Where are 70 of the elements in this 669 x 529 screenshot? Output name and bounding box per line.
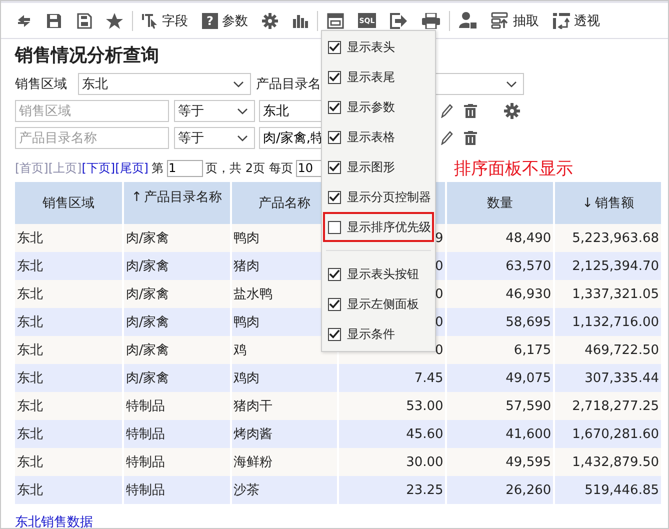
pager-link[interactable]: [下页] bbox=[82, 160, 116, 176]
export-icon bbox=[390, 12, 408, 28]
header-label: 产品目录名称 bbox=[144, 190, 222, 205]
extract-icon bbox=[491, 12, 509, 29]
pager-text: 页，共 2页 每页 bbox=[204, 160, 294, 176]
bar-chart-icon bbox=[292, 12, 308, 28]
pivot-icon bbox=[553, 12, 570, 28]
pager-text: 第 bbox=[150, 160, 164, 176]
settings-icon[interactable] bbox=[504, 103, 520, 119]
checkbox[interactable] bbox=[328, 70, 341, 84]
footer-link[interactable]: 东北销售数据 bbox=[15, 513, 668, 528]
checkbox[interactable] bbox=[328, 328, 341, 340]
operator-select[interactable]: 等于 bbox=[174, 127, 255, 149]
menu-item[interactable]: 显示排序优先级 bbox=[323, 212, 434, 242]
settings-icon bbox=[262, 12, 278, 28]
sort-arrow: ↑ bbox=[131, 190, 142, 205]
table-cell: 沙茶 bbox=[230, 476, 338, 504]
pencil-icon[interactable] bbox=[441, 104, 453, 118]
checkbox[interactable] bbox=[328, 268, 341, 280]
star-icon bbox=[106, 12, 123, 28]
checkbox[interactable] bbox=[328, 40, 341, 54]
operator-select[interactable]: 等于 bbox=[174, 100, 255, 122]
column-header[interactable]: 销售区域 bbox=[15, 182, 123, 224]
field-input[interactable]: 产品目录名称 bbox=[15, 127, 169, 149]
column-header[interactable]: ↑产品目录名称 bbox=[122, 182, 231, 224]
sort-arrow: ↓ bbox=[582, 196, 594, 211]
trash-icon[interactable] bbox=[464, 104, 477, 118]
column-header[interactable]: 数量 bbox=[446, 182, 554, 224]
table-cell: 519,446.85 bbox=[554, 476, 662, 504]
trash-icon[interactable] bbox=[464, 131, 477, 145]
chevron-icon bbox=[237, 108, 248, 114]
table-cell: 26,260 bbox=[446, 476, 554, 504]
param-label: 产品目录名 bbox=[255, 76, 322, 93]
pager-link[interactable]: [尾页] bbox=[115, 160, 148, 176]
checkbox[interactable] bbox=[328, 190, 341, 204]
pencil-icon[interactable] bbox=[441, 131, 453, 145]
chevron-icon bbox=[506, 80, 517, 88]
table-cell: 23.25 bbox=[338, 476, 446, 504]
chevron-icon bbox=[237, 134, 248, 142]
checkbox[interactable] bbox=[328, 298, 341, 310]
notice-text: 排序面板不显示 bbox=[454, 158, 573, 180]
column-header[interactable]: ↓销售额 bbox=[554, 182, 662, 224]
checkbox[interactable] bbox=[328, 100, 341, 114]
menu-item[interactable]: 显示表格 bbox=[322, 122, 435, 152]
report-title: 销售情况分析查询 bbox=[15, 44, 159, 68]
field-input[interactable]: 销售区域 bbox=[15, 100, 169, 122]
checkbox[interactable] bbox=[328, 220, 341, 234]
header-label: 销售额 bbox=[595, 196, 634, 211]
toolbar-button[interactable]: ? 参数 bbox=[195, 8, 255, 34]
layout-icon bbox=[327, 12, 344, 28]
checkbox[interactable] bbox=[328, 160, 341, 174]
page-input[interactable]: 1 bbox=[166, 160, 202, 176]
toolbar-button[interactable]: 抽取 bbox=[484, 8, 546, 34]
param-label: 销售区域 bbox=[15, 76, 68, 93]
chevron-icon bbox=[233, 80, 244, 88]
user-icon bbox=[459, 12, 477, 29]
toolbar-button[interactable]: 字段 bbox=[135, 8, 195, 34]
toolbar-button[interactable]: 透视 bbox=[546, 8, 607, 34]
fields-icon bbox=[142, 12, 158, 28]
checkbox[interactable] bbox=[328, 130, 341, 144]
save-icon bbox=[46, 12, 62, 28]
document-icon bbox=[76, 12, 92, 28]
table-cell: 特制品 bbox=[122, 476, 231, 504]
region-select[interactable]: 东北 bbox=[78, 73, 251, 95]
menu-item[interactable]: 显示表头 bbox=[322, 32, 435, 62]
help-icon: ? bbox=[202, 12, 218, 28]
table-cell: 东北 bbox=[15, 476, 123, 504]
menu-item[interactable]: 显示参数 bbox=[322, 92, 435, 122]
menu-item[interactable]: 显示表尾 bbox=[322, 62, 435, 92]
printer-icon bbox=[422, 12, 440, 28]
